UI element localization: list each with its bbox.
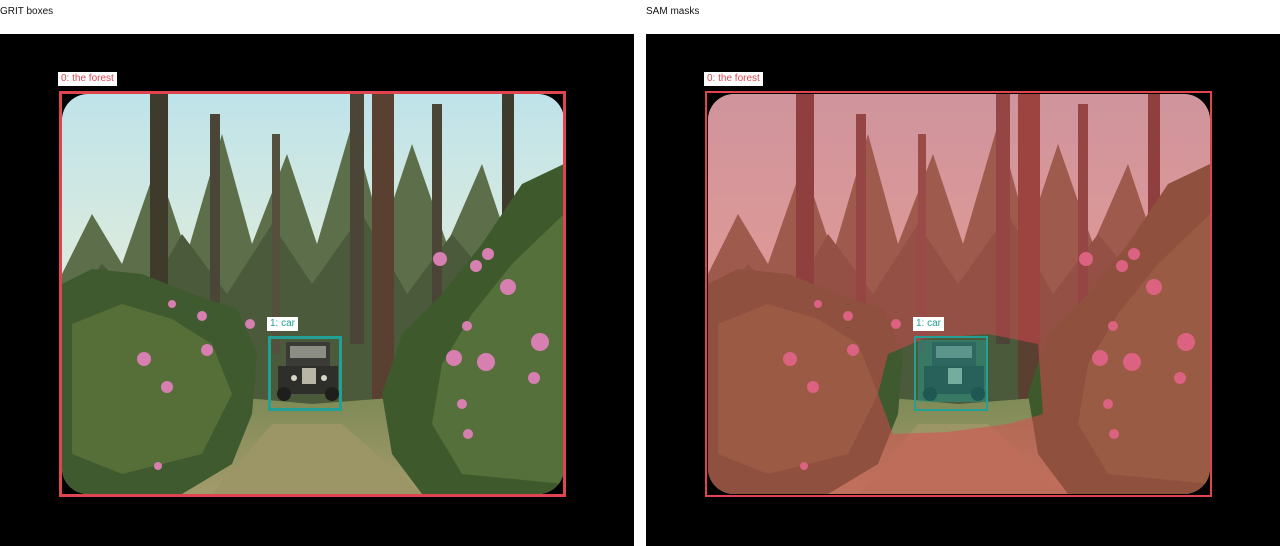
sam-masks-panel: 0: the forest 1: car — [646, 34, 1280, 546]
forest-mask-box — [705, 91, 1212, 497]
car-box-label: 1: car — [267, 317, 299, 331]
car-mask-box — [914, 336, 988, 411]
forest-box-label: 0: the forest — [58, 72, 117, 86]
left-panel-title: GRIT boxes — [0, 6, 54, 17]
grit-boxes-panel: 0: the forest 1: car — [0, 34, 634, 546]
right-panel-title: SAM masks — [646, 6, 700, 17]
forest-mask-label: 0: the forest — [704, 72, 763, 86]
forest-bounding-box — [59, 91, 566, 497]
car-bounding-box — [268, 336, 342, 411]
car-mask-label: 1: car — [913, 317, 945, 331]
